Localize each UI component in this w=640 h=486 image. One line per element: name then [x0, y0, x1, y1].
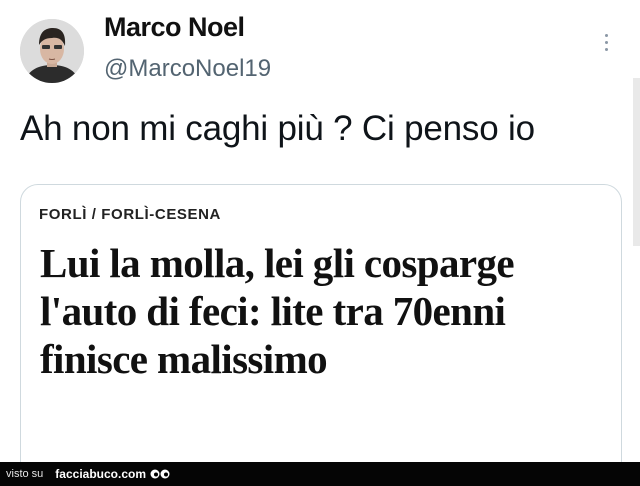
dot [604, 41, 608, 44]
eyes-logo-icon [150, 468, 170, 480]
watermark-visto-su: visto su [6, 468, 44, 480]
more-options-icon[interactable] [603, 34, 609, 51]
dot [604, 48, 608, 51]
article-headline: Lui la molla, lei gli cosparge l'auto di… [40, 240, 515, 382]
tweet-text: Ah non mi caghi più ? Ci penso io [20, 109, 535, 148]
dot [604, 34, 608, 37]
article-kicker: FORLÌ / FORLÌ-CESENA [39, 206, 221, 223]
avatar-photo [20, 19, 84, 83]
link-card[interactable]: FORLÌ / FORLÌ-CESENA Lui la molla, lei g… [20, 184, 622, 486]
author-name[interactable]: Marco Noel [104, 12, 245, 43]
author-avatar[interactable] [20, 19, 84, 83]
watermark-site: facciabuco.com [55, 467, 146, 481]
author-handle[interactable]: @MarcoNoel19 [104, 55, 271, 83]
scrollbar[interactable] [633, 78, 640, 246]
watermark-bar: visto su facciabuco.com [0, 462, 640, 486]
